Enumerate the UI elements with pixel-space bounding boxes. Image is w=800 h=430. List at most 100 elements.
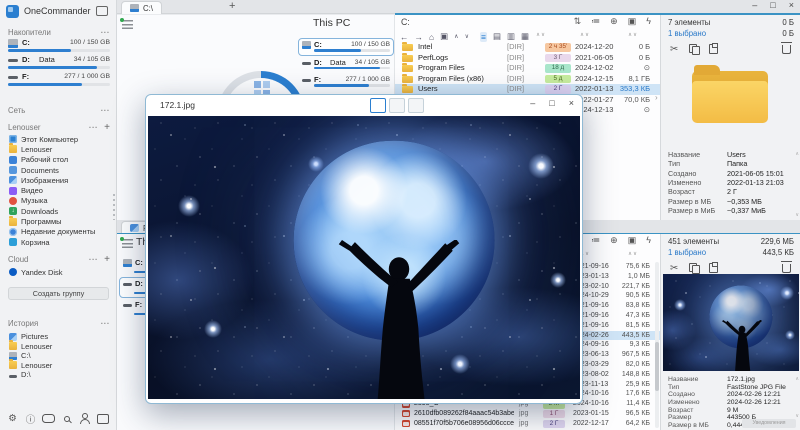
close-button[interactable]: × [789,0,794,10]
minimize-button[interactable]: – [752,0,757,10]
group-by-icon[interactable]: ≔ [591,235,600,246]
sidebar-tree-item[interactable]: Downloads [0,206,116,216]
forward-icon[interactable]: → [415,32,424,42]
filter-icon[interactable] [122,239,133,248]
viewer-tab[interactable] [389,98,405,113]
cloud-item[interactable]: Yandex Disk [0,267,116,277]
sort-size-toggle[interactable]: ∧∨ [628,251,638,257]
file-row[interactable]: Program Files (x86) [DIR] 5 д 2024-12-15… [395,74,660,85]
cloud-add-icon[interactable]: + [104,254,110,265]
sidebar-tree-item[interactable]: Documents [0,165,116,175]
sidebar-tree-item[interactable]: Этот Компьютер [0,134,116,144]
file-row[interactable]: 08551f70f5b706e08956d06ccce74bb1.jpg jpg… [395,419,660,429]
cut-icon[interactable]: ✂ [670,44,678,55]
sidebar-tree-item[interactable]: Музыка [0,196,116,206]
viewer-tab[interactable] [408,98,424,113]
sidebar-tree-item[interactable]: Корзина [0,237,116,247]
sidebar-tree-item[interactable]: Lenouser [0,144,116,154]
actions-icon[interactable]: ϟ [646,235,651,246]
home-icon[interactable]: ⌂ [429,32,434,42]
window-icon[interactable] [96,412,109,425]
cloud-menu-icon[interactable]: ··· [89,255,98,264]
maximize-button[interactable]: □ [549,98,554,108]
view-details-icon[interactable]: ▥ [507,31,515,42]
thispc-drive-item[interactable]: D: Data 34 / 105 GB [298,56,394,74]
sort-date-toggle[interactable]: ∧∨ [580,32,590,38]
thispc-drive-item[interactable]: C: 100 / 150 GB [298,38,394,56]
cut-icon[interactable]: ✂ [670,263,678,274]
sidebar-tree-item[interactable]: Изображения [0,175,116,185]
back-icon[interactable]: ← [400,32,409,42]
trash-icon[interactable] [782,45,791,54]
user-menu-icon[interactable]: ··· [89,123,98,132]
sort-size-toggle[interactable]: ∧∨ [628,32,638,38]
sidebar-tree-item[interactable]: Видео [0,185,116,195]
tab-c-drive[interactable]: C:\ [121,1,162,14]
filter-icon[interactable] [122,20,133,29]
history-menu-icon[interactable]: ··· [101,319,110,328]
new-item-icon[interactable]: ⊕ [610,16,618,27]
scroll-up-icon[interactable]: ∧ [795,151,799,157]
file-row[interactable]: 2610dfb089262f84aaac54b3abe95.jpg jpg 1 … [395,409,660,419]
sidebar-tree-item[interactable]: Программы [0,216,116,226]
history-item[interactable]: Pictures [0,332,116,342]
viewer-tab[interactable] [370,98,386,113]
view-content-icon[interactable]: ▤ [493,31,501,42]
view-thumbs-icon[interactable]: ▦ [521,31,529,42]
network-menu-icon[interactable]: ··· [101,106,110,115]
image-viewer-window[interactable]: 172.1.jpg – □ × [145,94,583,404]
user-account-icon[interactable] [78,412,91,425]
sort-name-toggle[interactable]: ∧∨ [536,32,546,38]
history-item[interactable]: C:\ [0,351,116,361]
thispc-drive-item[interactable]: F: 277 / 1 000 GB [298,73,394,91]
paste-icon[interactable] [709,44,718,54]
expand-icon[interactable]: ∨ [465,33,469,40]
copy-path-icon[interactable]: ▣ [628,235,637,246]
sidebar-splitter[interactable] [113,194,115,220]
group-by-icon[interactable]: ≔ [591,16,600,27]
sidebar-drive-item[interactable]: F: 277 / 1 000 GB [8,72,110,89]
new-folder-icon[interactable]: ▣ [440,31,448,42]
sidebar-tree-item[interactable]: Рабочий стол [0,155,116,165]
file-row[interactable]: Program Files [DIR] 18 д 2024-12-02 ⊙ [395,63,660,74]
drives-menu-icon[interactable]: ··· [101,28,110,37]
current-path[interactable]: C: [401,17,410,27]
trash-icon[interactable] [782,264,791,273]
sidebar-tree-item[interactable]: Недавние документы [0,227,116,237]
scrollbar[interactable] [655,262,659,428]
sort-icon[interactable]: ⇅ [574,16,582,27]
history-item[interactable]: Lenouser [0,361,116,371]
create-group-button[interactable]: Создать группу [8,287,109,300]
panel-collapse-handle[interactable]: › [655,93,658,102]
scroll-up-icon[interactable]: ∧ [795,376,799,382]
drive-label: D: [314,58,322,67]
window-layout-icon[interactable] [96,6,108,16]
paste-icon[interactable] [709,263,718,273]
history-item[interactable]: D:\ [0,370,116,380]
sidebar-drive-item[interactable]: C: 100 / 150 GB [8,38,110,55]
info-icon[interactable]: ⓘ [24,412,37,425]
view-list-icon[interactable]: ≡ [480,32,487,42]
maximize-button[interactable]: □ [770,0,775,10]
actions-icon[interactable]: ϟ [646,16,651,27]
file-row[interactable]: PerfLogs [DIR] 3 Г 2021-06-05 0 Б [395,53,660,64]
copy-icon[interactable] [689,263,698,274]
close-button[interactable]: × [569,98,574,108]
settings-icon[interactable]: ⚙ [6,412,19,425]
collapse-icon[interactable]: ∧ [454,33,458,40]
scroll-down-icon[interactable]: ∨ [795,212,799,218]
search-icon[interactable] [60,412,73,425]
new-item-icon[interactable]: ⊕ [610,235,618,246]
file-row[interactable]: Users [DIR] 2 Г 2022-01-13 353,3 КБ [395,84,660,95]
history-item[interactable]: Lenouser [0,342,116,352]
copy-icon[interactable] [689,44,698,55]
file-row[interactable]: Intel [DIR] 2 ч 35' 2024-12-20 0 Б [395,42,660,53]
minimize-button[interactable]: – [530,98,535,108]
notifications-button[interactable]: Уведомления [742,419,796,428]
scroll-down-icon[interactable]: ∨ [795,413,799,419]
new-tab-button[interactable]: + [229,0,235,12]
layout-icon[interactable] [42,412,55,425]
sidebar-drive-item[interactable]: D: Data 34 / 105 GB [8,55,110,72]
copy-path-icon[interactable]: ▣ [628,16,637,27]
user-add-icon[interactable]: + [104,122,110,133]
